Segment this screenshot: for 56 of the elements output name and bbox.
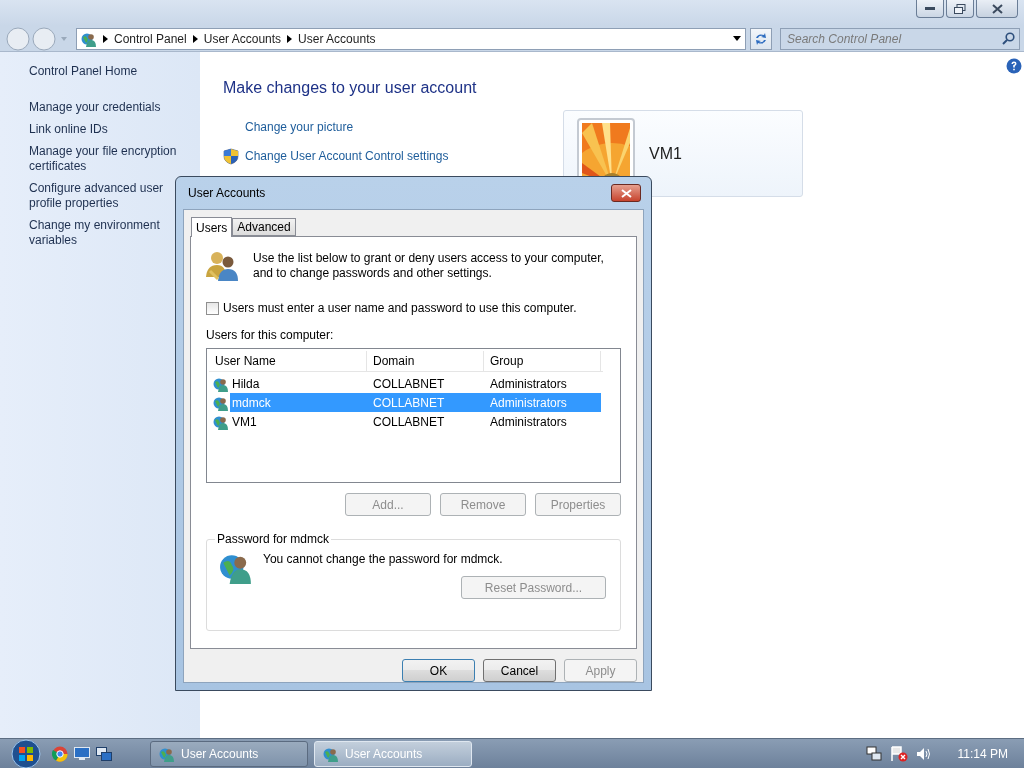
group-cell[interactable]: Administrators [484,412,601,431]
sidebar-link[interactable]: Manage your credentials [29,100,190,115]
page-heading: Make changes to your user account [223,78,478,98]
breadcrumb[interactable]: Control Panel [114,31,187,46]
user-name-cell[interactable]: Hilda [230,374,367,393]
task-link[interactable]: Change your picture [223,118,498,136]
breadcrumb[interactable]: User Accounts [203,31,282,46]
sidebar-link[interactable]: Link online IDs [29,122,190,137]
shield-icon [223,147,239,165]
password-message: You cannot change the password for mdmck. [263,552,503,566]
column-header[interactable]: Group [484,351,601,371]
intro-text: Use the list below to grant or deny users access to your computer, and to change passwords and other settings. [253,251,605,281]
restore-button[interactable] [946,0,974,18]
chevron-icon [287,34,293,43]
close-icon [991,3,1003,14]
group-cell[interactable]: Administrators [484,374,601,393]
desktop-icon[interactable] [74,746,90,761]
checkbox[interactable] [206,301,219,315]
volume-icon[interactable] [915,746,932,761]
domain-cell[interactable]: COLLABNET [367,412,484,431]
help-icon[interactable] [1006,58,1022,74]
refresh-button[interactable] [750,27,772,50]
search-icon[interactable] [1002,31,1015,45]
browser-icon[interactable] [52,745,68,762]
minimize-button[interactable] [916,0,944,18]
breadcrumb[interactable]: User Accounts [298,31,376,46]
search-field[interactable]: Search Control Panel [780,27,1020,50]
task-link[interactable]: Change User Account Control settings [223,147,498,165]
dialog-button[interactable]: OK [402,659,475,682]
column-header[interactable]: Domain [367,351,484,371]
list-label: Users for this computer: [206,328,335,342]
dropdown-icon[interactable] [733,36,741,41]
restore-icon [954,3,966,14]
sidebar-link[interactable]: Manage your file encryption certificates [29,144,190,174]
chevron-icon [192,34,198,43]
minimize-icon [925,6,935,11]
window-switch-icon[interactable] [96,746,112,761]
refresh-icon [754,31,768,46]
users-icon [206,249,239,281]
user-name-cell[interactable]: VM1 [230,412,367,431]
flag-icon[interactable] [889,745,908,762]
account-name: VM1 [649,144,682,163]
close-button[interactable] [611,184,641,202]
network-icon[interactable] [865,745,882,762]
close-icon [620,188,632,198]
domain-cell[interactable]: COLLABNET [367,374,484,393]
address-bar[interactable]: Control Panel User Accounts User Accounts [76,27,746,50]
sidebar-link[interactable]: Control Panel Home [29,64,190,79]
chevron-icon [103,34,108,43]
dialog-button[interactable]: Cancel [483,659,556,682]
tab[interactable]: Users [191,217,233,237]
column-header[interactable]: User Name [209,351,367,371]
dialog-title: User Accounts [188,186,266,200]
close-button[interactable] [976,0,1018,18]
group-title: Password for mdmck [216,532,331,546]
tab[interactable]: Advanced [232,218,296,236]
